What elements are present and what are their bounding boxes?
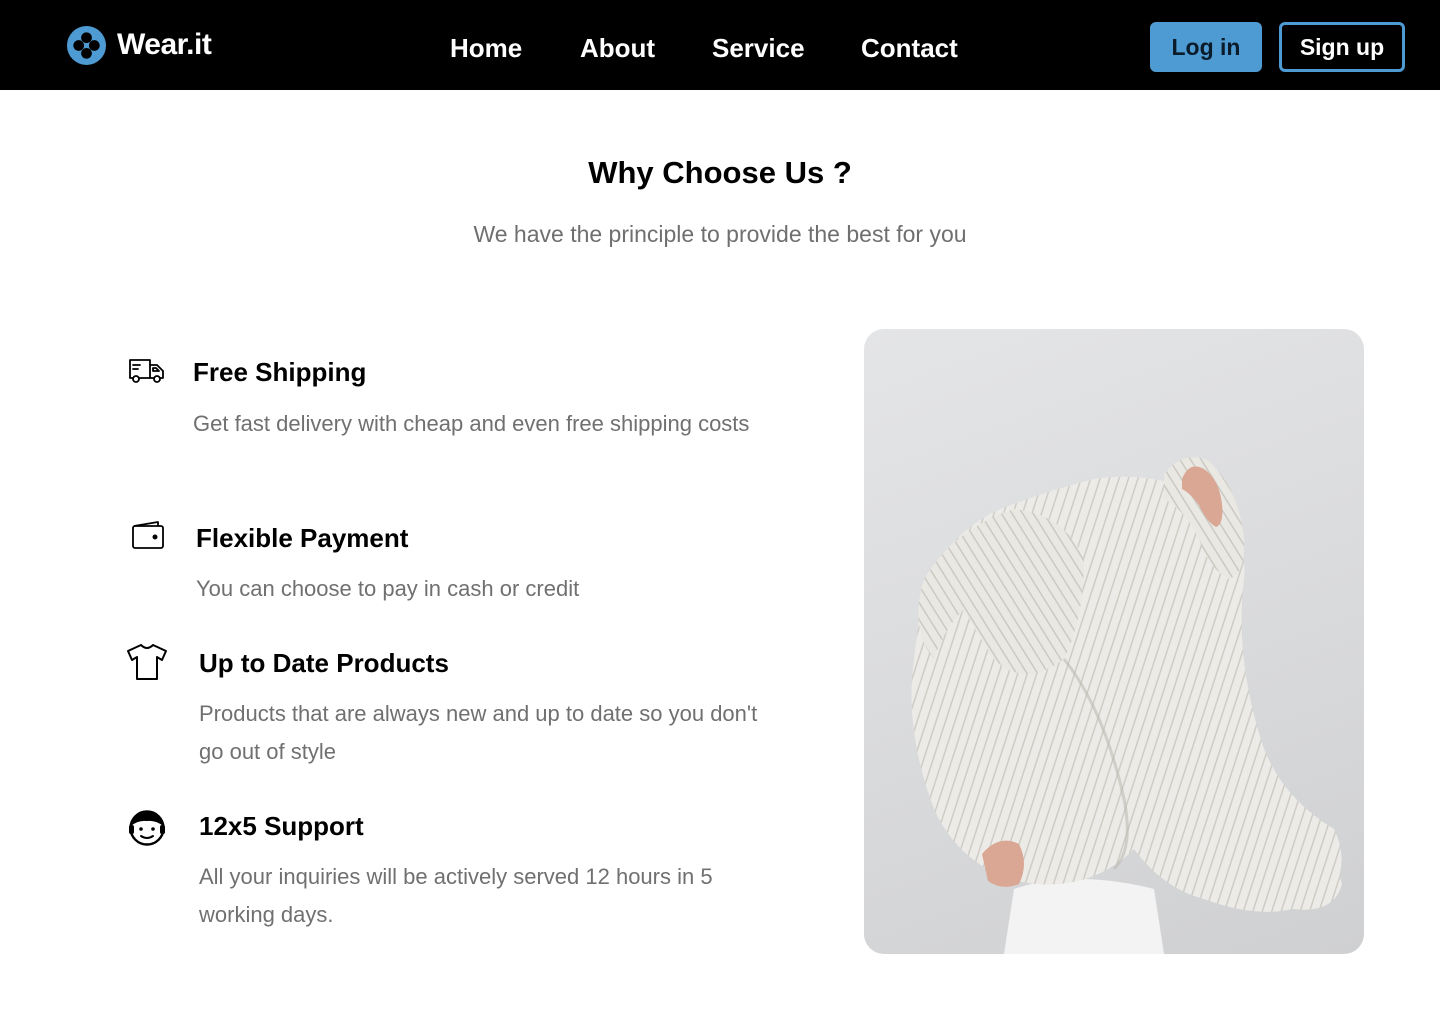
feature-description: All your inquiries will be actively serv…	[199, 864, 713, 927]
login-button[interactable]: Log in	[1150, 22, 1262, 72]
navbar: Wear.it Home About Service Contact Log i…	[0, 0, 1440, 90]
signup-button[interactable]: Sign up	[1279, 22, 1405, 72]
nav-contact-link[interactable]: Contact	[861, 30, 958, 66]
nav-about-link[interactable]: About	[580, 30, 655, 66]
feature-title: 12x5 Support	[199, 811, 364, 841]
feature-description: You can choose to pay in cash or credit	[196, 576, 580, 601]
feature-title: Flexible Payment	[196, 523, 409, 553]
section-title: Why Choose Us ?	[588, 155, 852, 190]
nav-service-link[interactable]: Service	[712, 30, 805, 66]
feature-flexible-payment: Flexible Payment You can choose to pay i…	[0, 515, 800, 615]
feature-title: Up to Date Products	[199, 648, 449, 678]
support-agent-icon	[129, 810, 165, 846]
delivery-truck-icon	[129, 359, 164, 383]
feature-up-to-date-products: Up to Date Products Products that are al…	[0, 640, 800, 770]
t-shirt-icon	[127, 644, 167, 680]
feature-title: Free Shipping	[193, 357, 367, 387]
feature-description: Get fast delivery with cheap and even fr…	[193, 411, 750, 436]
feature-support: 12x5 Support All your inquiries will be …	[0, 805, 800, 935]
sweater-photo	[864, 329, 1364, 954]
section-subtitle: We have the principle to provide the bes…	[473, 221, 967, 247]
feature-free-shipping: Free Shipping Get fast delivery with che…	[0, 350, 800, 480]
nav-home-link[interactable]: Home	[450, 30, 522, 66]
person-pulling-knit-sweater-photo	[911, 457, 1342, 954]
feature-description: Products that are always new and up to d…	[199, 701, 758, 764]
wallet-icon	[132, 521, 164, 549]
